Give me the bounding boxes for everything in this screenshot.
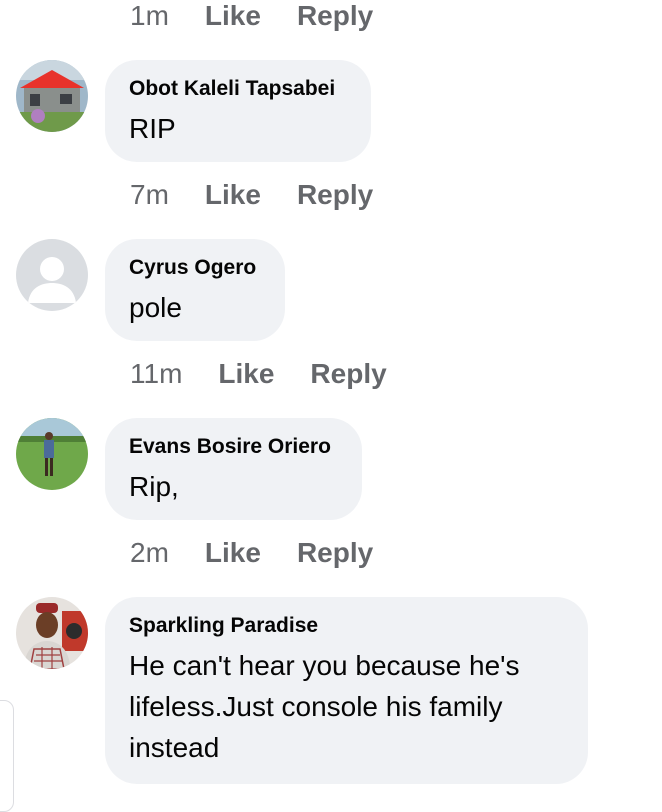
house-photo-avatar-icon [16,60,88,132]
reply-button[interactable]: Reply [297,537,373,569]
comment-text: Rip, [129,471,179,502]
comment-text: pole [129,292,182,323]
like-button[interactable]: Like [205,0,261,32]
like-button[interactable]: Like [218,358,274,390]
comment-text: He can't hear you because he's lifeless.… [129,650,520,763]
edge-panel [0,700,14,812]
avatar[interactable] [16,418,88,490]
comment-author[interactable]: Obot Kaleli Tapsabei [129,76,347,102]
comment-timestamp: 7m [130,179,169,210]
like-button[interactable]: Like [205,179,261,211]
avatar[interactable] [16,239,88,311]
comment-timestamp: 2m [130,537,169,568]
comment-timestamp: 11m [130,358,183,389]
comment-author[interactable]: Cyrus Ogero [129,255,261,281]
like-button[interactable]: Like [205,537,261,569]
comment-bubble: Sparkling Paradise He can't hear you bec… [105,597,588,784]
comment-author[interactable]: Sparkling Paradise [129,613,564,639]
avatar[interactable] [16,60,88,132]
reply-button[interactable]: Reply [310,358,386,390]
avatar[interactable] [16,597,88,669]
person-in-field-avatar-icon [16,418,88,490]
comment-bubble: Evans Bosire Oriero Rip, [105,418,362,520]
comment-timestamp: 1m [130,0,169,31]
reply-button[interactable]: Reply [297,0,373,32]
person-portrait-avatar-icon [16,597,88,669]
comment-text: RIP [129,113,176,144]
comment-actions-previous: 1m Like Reply [130,0,373,34]
comment-actions: 2m Like Reply [130,535,373,571]
comment-actions: 11m Like Reply [130,356,387,392]
comment-author[interactable]: Evans Bosire Oriero [129,434,338,460]
comment-bubble: Cyrus Ogero pole [105,239,285,341]
comment-actions: 7m Like Reply [130,177,373,213]
reply-button[interactable]: Reply [297,179,373,211]
default-person-avatar-icon [16,239,88,311]
comment-bubble: Obot Kaleli Tapsabei RIP [105,60,371,162]
